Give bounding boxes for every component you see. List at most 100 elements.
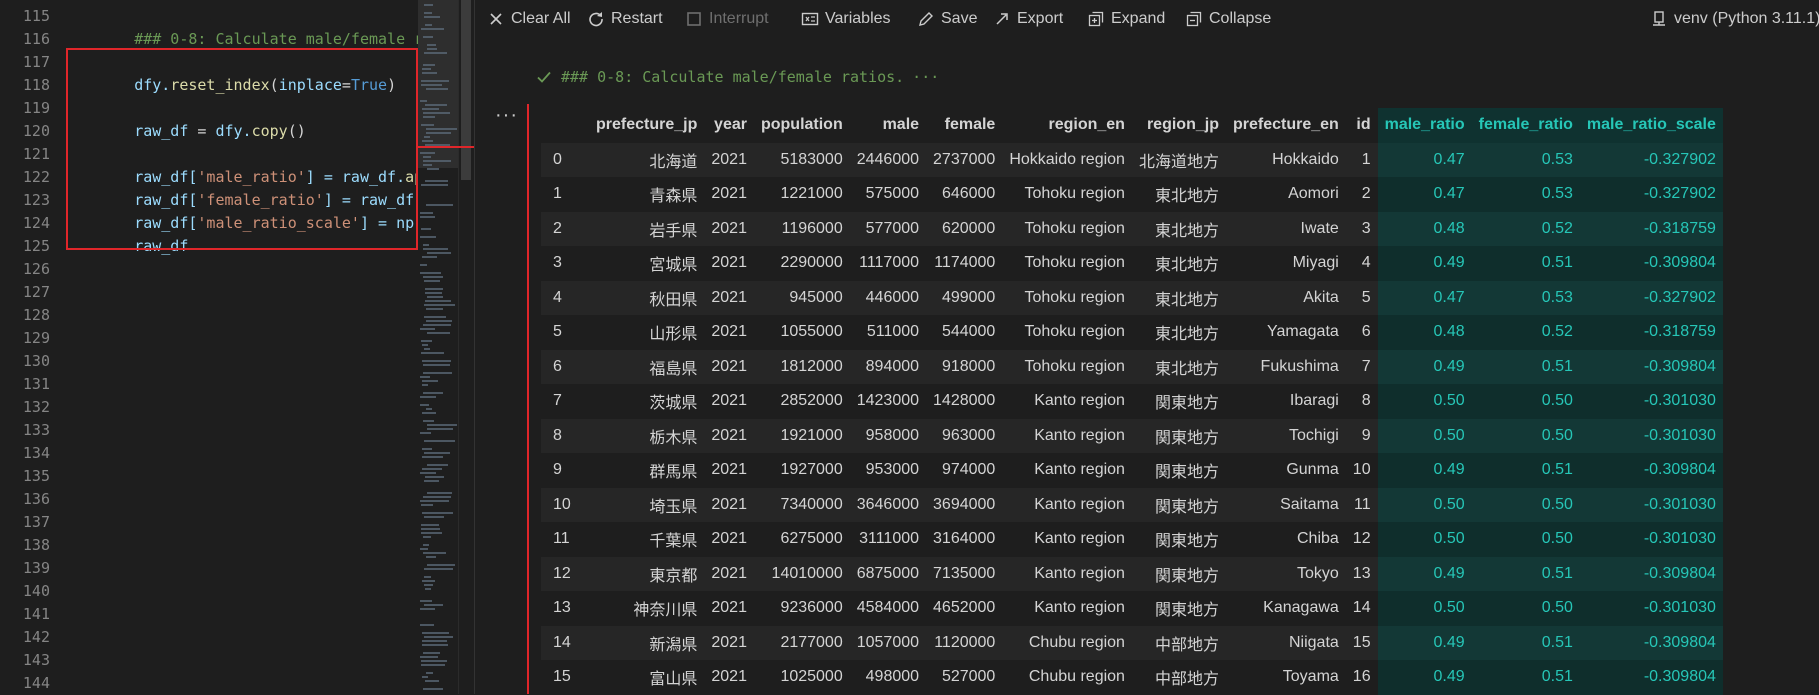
minimap-line — [421, 524, 439, 526]
table-cell: -0.318759 — [1579, 315, 1723, 350]
code-token: ) — [387, 76, 397, 94]
export-label: Export — [1017, 10, 1064, 27]
table-cell: 0.53 — [1471, 280, 1580, 315]
table-cell: 1174000 — [926, 246, 1003, 281]
kernel-icon — [1650, 10, 1668, 28]
minimap-line — [422, 108, 439, 110]
cell-header[interactable]: ### 0-8: Calculate male/female ratios. ·… — [535, 68, 939, 86]
table-cell: 秋田県 — [589, 280, 705, 315]
table-cell: 2852000 — [753, 384, 850, 419]
table-cell: 1423000 — [849, 384, 927, 419]
table-cell: 7 — [1345, 349, 1378, 384]
column-header: prefecture_jp — [596, 116, 698, 134]
minimap-line — [420, 272, 441, 274]
minimap-line — [423, 36, 433, 38]
collapse-button[interactable]: Collapse — [1185, 8, 1271, 30]
table-cell: Tohoku region — [1002, 349, 1132, 384]
minimap-line — [420, 100, 427, 102]
table-cell: 3164000 — [926, 522, 1003, 557]
line-number: 125 — [22, 237, 50, 255]
minimap-line — [426, 408, 432, 410]
table-cell: 東京都 — [589, 556, 705, 591]
table-cell: 栃木県 — [589, 418, 705, 453]
table-cell: -0.309804 — [1579, 556, 1723, 591]
minimap-line — [423, 652, 440, 654]
restart-button[interactable]: Restart — [587, 8, 663, 30]
line-number: 139 — [22, 559, 50, 577]
minimap-line — [425, 680, 439, 682]
minimap-line — [426, 132, 451, 134]
table-cell: 0.49 — [1377, 453, 1472, 488]
minimap-line — [424, 316, 446, 318]
table-cell: 10 — [1345, 453, 1378, 488]
table-cell: 12 — [541, 556, 589, 591]
line-number: 136 — [22, 490, 50, 508]
table-cell: 関東地方 — [1131, 384, 1226, 419]
minimap-line — [420, 624, 434, 626]
table-cell: 446000 — [849, 280, 927, 315]
code-editor[interactable]: 115 116 117 118 119 120 121 122 123 124 125 126 127 1… — [0, 0, 418, 694]
minimap-line — [422, 68, 431, 70]
clear-all-button[interactable]: Clear All — [487, 8, 571, 30]
collapse-label: Collapse — [1209, 10, 1272, 27]
table-cell: 894000 — [849, 349, 927, 384]
more-actions-button[interactable]: ··· — [495, 104, 518, 127]
minimap-line — [422, 72, 437, 74]
minimap-line — [425, 180, 448, 182]
table-cell: 2021 — [704, 315, 754, 350]
table-cell: 527000 — [926, 660, 1003, 695]
table-cell: 関東地方 — [1131, 556, 1226, 591]
export-button[interactable]: Export — [993, 8, 1063, 30]
minimap-line — [424, 16, 440, 18]
table-cell: 0.51 — [1471, 660, 1580, 695]
minimap-line — [422, 380, 438, 382]
stop-icon — [685, 10, 703, 28]
table-row: 10 埼玉県 2021 7340000 3646000 3694000 Kanto regi… — [541, 487, 1723, 522]
table-cell: 0.49 — [1377, 660, 1472, 695]
minimap[interactable] — [418, 0, 458, 694]
editor-scrollbar[interactable] — [458, 0, 475, 694]
table-cell: 0.52 — [1471, 315, 1580, 350]
table-cell: 1921000 — [753, 418, 850, 453]
table-cell: 1120000 — [926, 625, 1003, 660]
table-cell: 1 — [541, 177, 589, 212]
minimap-line — [425, 24, 432, 26]
line-number: 144 — [22, 674, 50, 692]
save-button[interactable]: Save — [917, 8, 977, 30]
minimap-line — [420, 600, 432, 602]
table-cell: Hokkaido region — [1002, 142, 1132, 177]
code-line-124[interactable]: raw_df — [80, 212, 188, 281]
line-number: 126 — [22, 260, 50, 278]
table-cell: 5183000 — [753, 142, 850, 177]
minimap-line — [421, 532, 442, 534]
line-number: 128 — [22, 306, 50, 324]
variables-button[interactable]: Variables — [801, 8, 891, 30]
table-cell: 2021 — [704, 177, 754, 212]
table-cell: -0.309804 — [1579, 660, 1723, 695]
minimap-line — [423, 392, 443, 394]
kernel-picker[interactable]: venv (Python 3.11.1) — [1650, 8, 1819, 30]
table-cell: 関東地方 — [1131, 453, 1226, 488]
table-cell: 中部地方 — [1131, 625, 1226, 660]
table-cell: 中部地方 — [1131, 660, 1226, 695]
table-row: 15 富山県 2021 1025000 498000 527000 Chubu region… — [541, 660, 1723, 695]
minimap-line — [422, 468, 442, 470]
minimap-line — [424, 280, 440, 282]
table-cell: 6275000 — [753, 522, 850, 557]
table-cell: 9 — [1345, 418, 1378, 453]
code-area[interactable]: ### 0-8: Calculate male/female ratio dfy… — [80, 0, 418, 694]
save-label: Save — [941, 10, 978, 27]
table-cell: 東北地方 — [1131, 280, 1226, 315]
table-cell: 東北地方 — [1131, 177, 1226, 212]
table-cell: -0.309804 — [1579, 453, 1723, 488]
table-row: 2 岩手県 2021 1196000 577000 620000 Tohoku region… — [541, 211, 1723, 246]
table-cell: 0.53 — [1471, 142, 1580, 177]
table-cell: 11 — [541, 522, 589, 557]
code-token: ( — [269, 76, 279, 94]
line-number: 130 — [22, 352, 50, 370]
table-cell: 945000 — [753, 280, 850, 315]
table-cell: 0.47 — [1377, 142, 1472, 177]
line-number: 134 — [22, 444, 50, 462]
interrupt-button[interactable]: Interrupt — [685, 8, 769, 30]
expand-button[interactable]: Expand — [1087, 8, 1165, 30]
